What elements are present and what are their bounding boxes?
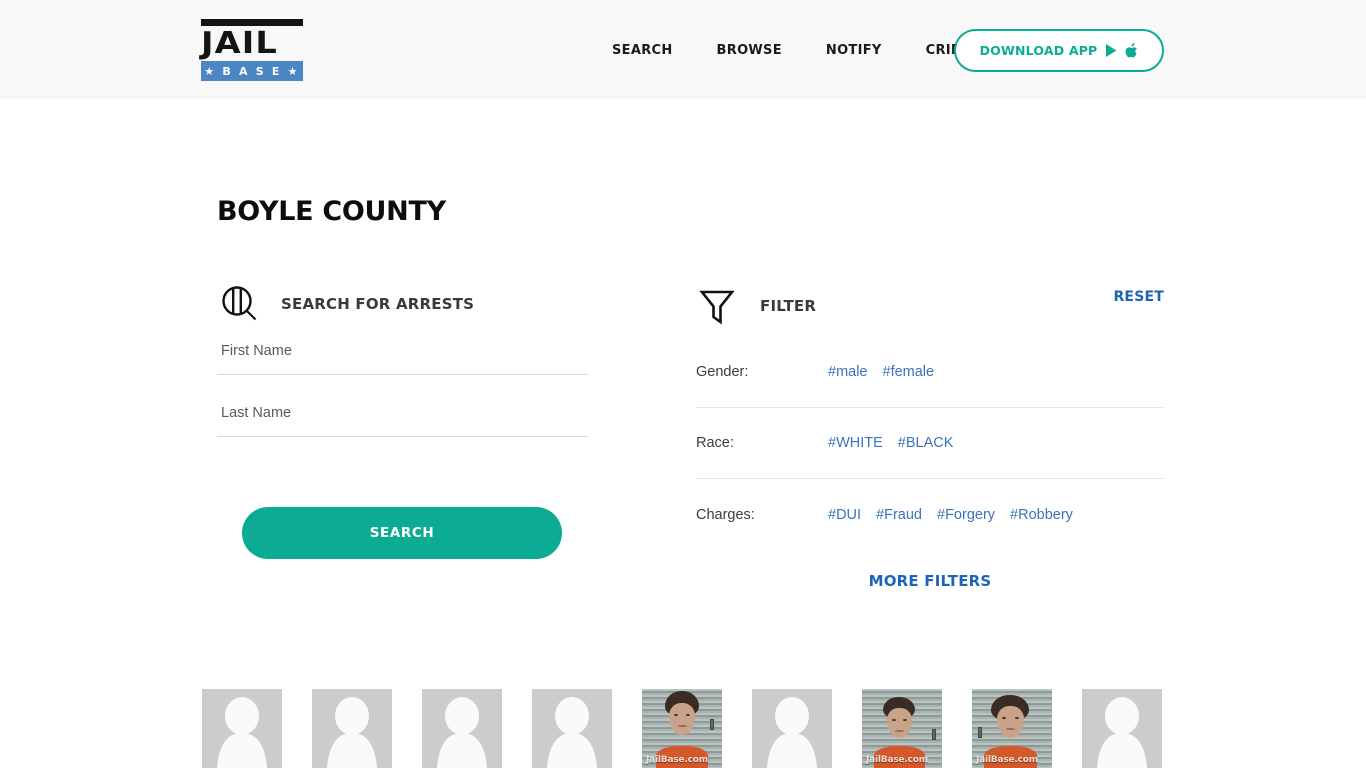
more-filters-link[interactable]: MORE FILTERS [696, 572, 1164, 590]
page-title: BOYLE COUNTY [217, 196, 446, 227]
arrest-thumbnail[interactable]: JailBase.com [972, 689, 1052, 768]
filter-label-gender: Gender: [696, 364, 749, 380]
nav-item-browse[interactable]: BROWSE [695, 39, 804, 63]
filter-tag-fraud[interactable]: #Fraud [876, 507, 922, 523]
nav-item-notify[interactable]: NOTIFY [804, 39, 904, 63]
door-latch [978, 727, 982, 738]
download-app-label: DOWNLOAD APP [979, 43, 1098, 58]
filter-label-charges: Charges: [696, 506, 755, 523]
filter-row-charges: Charges: #DUI #Fraud #Forgery #Robbery [696, 479, 1164, 550]
arrest-thumbnail[interactable]: JailBase.com [862, 689, 942, 768]
google-play-icon [1106, 44, 1117, 57]
person-placeholder-icon [1082, 689, 1162, 768]
arrest-thumbnail[interactable] [202, 689, 282, 768]
search-for-arrests-panel: SEARCH FOR ARRESTS SEARCH [217, 275, 588, 559]
arrest-thumbnail-row: JailBase.com JailBase.com JailBase.com [202, 689, 1162, 768]
filter-section-title: FILTER [760, 297, 817, 315]
filter-tag-robbery[interactable]: #Robbery [1010, 507, 1073, 523]
site-header: JAIL ★ B A S E ★ SEARCH BROWSE NOTIFY CR… [0, 0, 1366, 99]
filter-tag-forgery[interactable]: #Forgery [937, 507, 995, 523]
filter-section-header: FILTER RESET [696, 275, 1164, 337]
store-icons [1105, 43, 1138, 58]
mugshot-watermark: JailBase.com [866, 755, 928, 765]
logo-top-bar [201, 19, 303, 26]
mugshot-watermark: JailBase.com [646, 755, 708, 765]
logo-jail-text: JAIL [201, 25, 278, 61]
person-placeholder-icon [752, 689, 832, 768]
search-submit-button[interactable]: SEARCH [242, 507, 562, 559]
funnel-icon [699, 290, 735, 325]
mugshot-watermark: JailBase.com [976, 755, 1038, 765]
nav-item-search[interactable]: SEARCH [590, 39, 695, 63]
download-app-button[interactable]: DOWNLOAD APP [954, 29, 1164, 72]
filter-tags-charges: #DUI #Fraud #Forgery #Robbery [828, 507, 1073, 523]
filter-tag-dui[interactable]: #DUI [828, 507, 861, 523]
door-latch [932, 729, 936, 740]
search-section-header: SEARCH FOR ARRESTS [217, 275, 588, 333]
arrest-thumbnail[interactable] [422, 689, 502, 768]
door-latch [710, 719, 714, 730]
logo-base-text: ★ B A S E ★ [201, 61, 303, 81]
filter-row-race: Race: #WHITE #BLACK [696, 408, 1164, 479]
arrest-thumbnail[interactable] [1082, 689, 1162, 768]
filter-tags-gender: #male #female [828, 364, 934, 380]
filter-label-race: Race: [696, 435, 734, 451]
last-name-input[interactable] [217, 395, 588, 437]
reset-filters-link[interactable]: RESET [1113, 289, 1164, 305]
mugshot-photo: JailBase.com [862, 689, 942, 768]
search-section-title: SEARCH FOR ARRESTS [281, 295, 475, 313]
field-spacer [217, 375, 588, 395]
first-name-field-wrap [217, 333, 588, 375]
filter-tag-male[interactable]: #male [828, 364, 868, 380]
filter-panel: FILTER RESET Gender: #male #female Race:… [696, 275, 1164, 590]
arrest-thumbnail[interactable]: JailBase.com [642, 689, 722, 768]
filter-tags-race: #WHITE #BLACK [828, 435, 953, 451]
jailbase-logo[interactable]: JAIL ★ B A S E ★ [201, 19, 303, 81]
filter-tag-black[interactable]: #BLACK [898, 435, 954, 451]
filter-row-gender: Gender: #male #female [696, 337, 1164, 408]
first-name-input[interactable] [217, 333, 588, 375]
filter-tag-white[interactable]: #WHITE [828, 435, 883, 451]
filter-tag-female[interactable]: #female [883, 364, 935, 380]
person-placeholder-icon [532, 689, 612, 768]
apple-icon [1126, 43, 1138, 58]
magnifier-jailbars-icon [222, 286, 257, 321]
person-placeholder-icon [422, 689, 502, 768]
last-name-field-wrap [217, 395, 588, 437]
person-placeholder-icon [202, 689, 282, 768]
mugshot-photo: JailBase.com [972, 689, 1052, 768]
arrest-thumbnail[interactable] [312, 689, 392, 768]
person-placeholder-icon [312, 689, 392, 768]
arrest-thumbnail[interactable] [752, 689, 832, 768]
mugshot-photo: JailBase.com [642, 689, 722, 768]
arrest-thumbnail[interactable] [532, 689, 612, 768]
